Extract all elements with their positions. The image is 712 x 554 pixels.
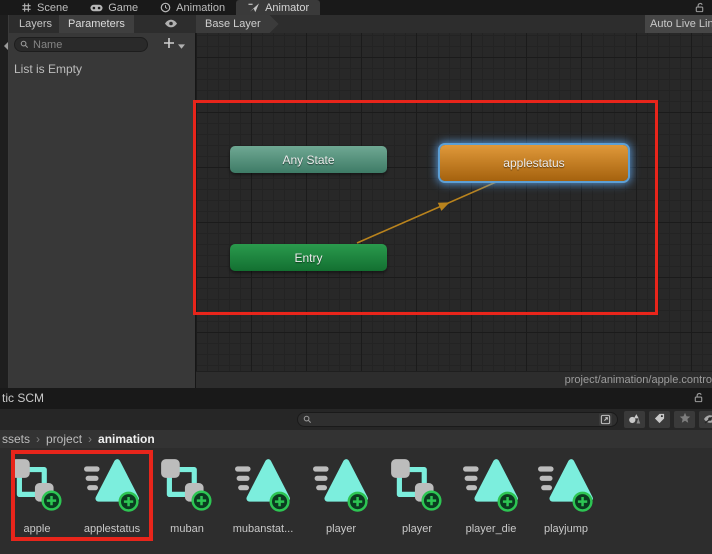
- asset-item[interactable]: player_die: [454, 454, 528, 535]
- animation-clip-icon: [537, 454, 595, 517]
- state-node-any-state[interactable]: Any State: [230, 146, 387, 173]
- asset-item[interactable]: playjump: [529, 454, 603, 535]
- asset-item[interactable]: player: [304, 454, 378, 535]
- animator-body: List is Empty Any State applestatus Entry …: [0, 15, 712, 388]
- project-search-input[interactable]: [316, 413, 595, 426]
- animator-toolbar: Layers Parameters Base Layer Auto Live L…: [0, 15, 712, 34]
- grid-icon: [21, 2, 32, 13]
- eye-slash-icon: [703, 411, 712, 429]
- auto-live-link-button[interactable]: Auto Live Lin: [645, 15, 712, 33]
- tab-layers[interactable]: Layers: [10, 15, 61, 33]
- search-input[interactable]: [33, 38, 142, 51]
- asset-label: player: [402, 523, 432, 535]
- asset-item[interactable]: mubanstat...: [226, 454, 300, 535]
- asset-item[interactable]: applestatus: [75, 454, 149, 535]
- gamepad-icon: [90, 3, 103, 13]
- star-button[interactable]: [674, 411, 695, 428]
- tag-button[interactable]: [649, 411, 670, 428]
- breadcrumb-item-project[interactable]: project: [46, 432, 82, 446]
- tab-game[interactable]: Game: [79, 0, 149, 15]
- state-node-applestatus[interactable]: applestatus: [440, 145, 628, 181]
- breadcrumb-item-ssets[interactable]: ssets: [2, 432, 30, 446]
- project-breadcrumb: ssets › project › animation: [0, 430, 712, 448]
- asset-label: playjump: [543, 523, 589, 535]
- animator-icon: [247, 2, 260, 13]
- add-parameter-button[interactable]: [163, 36, 175, 54]
- tab-plastic-scm[interactable]: tic SCM: [2, 388, 44, 409]
- animation-clip-icon: [83, 454, 141, 517]
- chevron-down-icon[interactable]: [178, 36, 185, 54]
- animation-clip-icon: [234, 454, 292, 517]
- animation-clip-icon: [462, 454, 520, 517]
- parameter-search-field[interactable]: [14, 37, 148, 52]
- tab-animator[interactable]: Animator: [236, 0, 321, 15]
- asset-label: apple: [23, 523, 51, 535]
- asset-label: player: [326, 523, 356, 535]
- asset-grid: apple applestatus muban mubanstat... player p…: [0, 448, 712, 554]
- tag-icon: [654, 411, 665, 429]
- asset-item[interactable]: apple: [0, 454, 74, 535]
- project-search-field[interactable]: [297, 412, 618, 427]
- collapsed-panel-edge[interactable]: [0, 15, 9, 388]
- animator-controller-icon: [388, 454, 446, 517]
- asset-label: muban: [170, 523, 204, 535]
- search-icon: [20, 36, 29, 54]
- open-window-icon[interactable]: [599, 413, 612, 426]
- breadcrumb-base-layer[interactable]: Base Layer: [196, 15, 279, 33]
- window-tabbar: Scene Game Animation Animator: [0, 0, 712, 15]
- tab-animation[interactable]: Animation: [149, 0, 236, 15]
- eye-slash-button[interactable]: [699, 411, 712, 428]
- lock-icon[interactable]: [694, 2, 705, 13]
- parameters-empty-message: List is Empty: [14, 62, 83, 76]
- asset-label: player_die: [465, 523, 517, 535]
- project-tabbar: tic SCM: [0, 388, 712, 409]
- breadcrumb-item-animation[interactable]: animation: [98, 432, 155, 446]
- asset-label: mubanstat...: [232, 523, 294, 535]
- chevron-right-icon: ›: [36, 432, 41, 446]
- asset-item[interactable]: muban: [150, 454, 224, 535]
- asset-label: applestatus: [83, 523, 141, 535]
- animator-controller-icon: [158, 454, 216, 517]
- asset-item[interactable]: player: [380, 454, 454, 535]
- state-machine-canvas[interactable]: Any State applestatus Entry project/animat…: [196, 33, 712, 388]
- collapse-arrow-icon: [0, 42, 8, 50]
- shapes-button[interactable]: [624, 411, 645, 428]
- state-node-entry[interactable]: Entry: [230, 244, 387, 271]
- transition-arrow[interactable]: [196, 33, 712, 388]
- lock-icon[interactable]: [693, 392, 704, 403]
- parameters-panel: List is Empty: [8, 33, 196, 388]
- animation-clip-icon: [312, 454, 370, 517]
- tab-scene[interactable]: Scene: [10, 0, 79, 15]
- shapes-icon: [628, 411, 641, 429]
- animator-controller-icon: [8, 454, 66, 517]
- unity-editor: Scene Game Animation Animator Layers Parame…: [0, 0, 712, 554]
- search-icon: [303, 411, 312, 429]
- tab-parameters[interactable]: Parameters: [59, 15, 134, 33]
- star-icon: [679, 411, 691, 429]
- chevron-right-icon: ›: [88, 432, 93, 446]
- eye-icon[interactable]: [164, 19, 178, 28]
- project-toolbar: [0, 409, 712, 430]
- controller-path-status: project/animation/apple.contro: [196, 371, 712, 388]
- clock-icon: [160, 2, 171, 13]
